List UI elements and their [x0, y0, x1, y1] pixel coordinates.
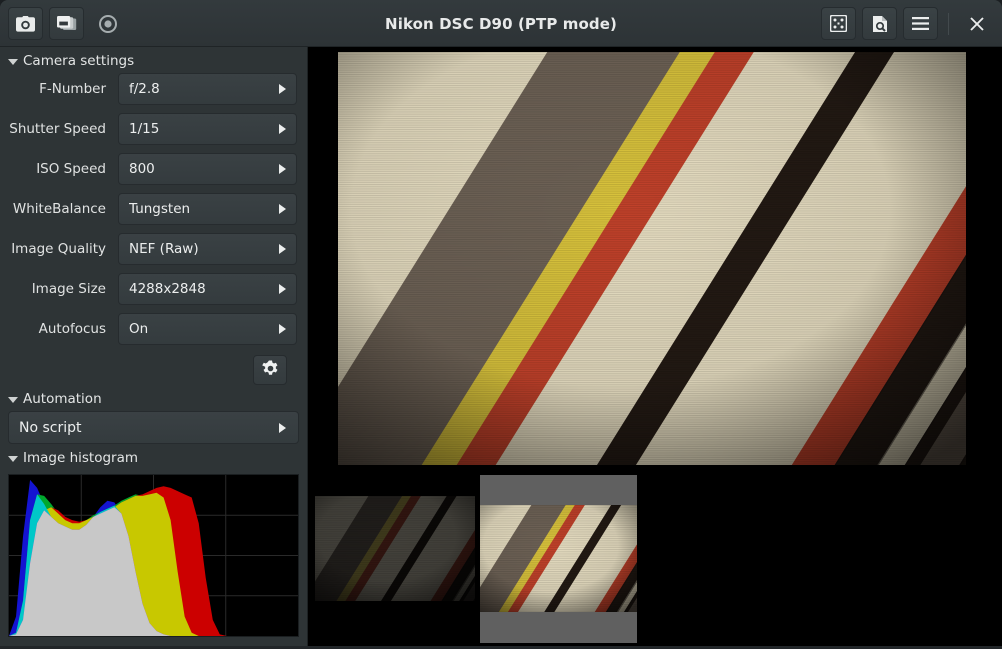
- dropdown-iso-speed[interactable]: 800: [118, 153, 297, 185]
- automation-title: Automation: [23, 391, 102, 407]
- setting-row-image-quality: Image Quality NEF (Raw): [0, 233, 297, 265]
- dropdown-autofocus[interactable]: On: [118, 313, 297, 345]
- chevron-right-icon: [279, 124, 286, 134]
- chevron-right-icon: [279, 284, 286, 294]
- camera-settings-title: Camera settings: [23, 53, 135, 69]
- setting-row-iso-speed: ISO Speed 800: [0, 153, 297, 185]
- menu-button[interactable]: [903, 7, 938, 40]
- label-shutter-speed: Shutter Speed: [9, 121, 106, 137]
- label-image-quality: Image Quality: [11, 241, 106, 257]
- toolbar-separator: [948, 12, 949, 35]
- histogram-svg: [9, 475, 298, 636]
- document-preview-button[interactable]: [862, 7, 897, 40]
- live-preview-area[interactable]: [308, 47, 1002, 470]
- titlebar-right-toolbar: [821, 7, 994, 40]
- chevron-down-icon: [8, 456, 18, 462]
- application-window: Nikon DSC D90 (PTP mode) Camera settings…: [0, 0, 1002, 649]
- label-iso-speed: ISO Speed: [36, 161, 106, 177]
- value-autofocus: On: [129, 321, 149, 337]
- histogram-chart: [8, 474, 299, 637]
- document-search-icon: [872, 15, 888, 33]
- chevron-right-icon: [279, 164, 286, 174]
- chevron-right-icon: [279, 244, 286, 254]
- setting-row-shutter-speed: Shutter Speed 1/15: [0, 113, 297, 145]
- chevron-down-icon: [8, 59, 18, 65]
- value-image-size: 4288x2848: [129, 281, 206, 297]
- chevron-right-icon: [279, 204, 286, 214]
- grid-view-button[interactable]: [821, 7, 856, 40]
- histogram-header[interactable]: Image histogram: [0, 444, 307, 470]
- burst-button[interactable]: [49, 7, 84, 40]
- dropdown-image-size[interactable]: 4288x2848: [118, 273, 297, 305]
- automation-body: No script: [0, 411, 307, 444]
- title-bar: Nikon DSC D90 (PTP mode): [0, 0, 1002, 47]
- setting-row-f-number: F-Number f/2.8: [0, 73, 297, 105]
- histogram-title: Image histogram: [23, 450, 139, 466]
- thumbnail-1[interactable]: [315, 496, 475, 601]
- camera-settings-rows: F-Number f/2.8 Shutter Speed 1/15 ISO Sp…: [0, 73, 307, 385]
- preview-image: [338, 52, 966, 465]
- multiple-images-icon: [56, 15, 77, 32]
- value-script: No script: [19, 419, 82, 436]
- camera-icon: [16, 15, 35, 32]
- value-white-balance: Tungsten: [129, 201, 191, 217]
- value-f-number: f/2.8: [129, 81, 160, 97]
- chevron-right-icon: [279, 324, 286, 334]
- value-shutter-speed: 1/15: [129, 121, 160, 137]
- label-image-size: Image Size: [31, 281, 106, 297]
- value-image-quality: NEF (Raw): [129, 241, 199, 257]
- close-button[interactable]: [959, 7, 994, 40]
- value-iso-speed: 800: [129, 161, 155, 177]
- camera-settings-header[interactable]: Camera settings: [0, 47, 307, 73]
- thumbnail-2[interactable]: [480, 475, 637, 643]
- dropdown-image-quality[interactable]: NEF (Raw): [118, 233, 297, 265]
- setting-row-autofocus: Autofocus On: [0, 313, 297, 345]
- dropdown-script[interactable]: No script: [8, 411, 299, 444]
- setting-row-image-size: Image Size 4288x2848: [0, 273, 297, 305]
- chevron-right-icon: [279, 84, 286, 94]
- titlebar-left-toolbar: [8, 7, 125, 40]
- hamburger-menu-icon: [912, 17, 929, 30]
- settings-actions: [0, 353, 297, 385]
- close-icon: [969, 16, 984, 31]
- grid-expand-icon: [830, 15, 847, 32]
- label-white-balance: WhiteBalance: [12, 201, 106, 217]
- dropdown-f-number[interactable]: f/2.8: [118, 73, 297, 105]
- thumbnail-filmstrip: [308, 470, 1002, 646]
- setting-row-white-balance: WhiteBalance Tungsten: [0, 193, 297, 225]
- dropdown-shutter-speed[interactable]: 1/15: [118, 113, 297, 145]
- capture-button[interactable]: [8, 7, 43, 40]
- gear-icon: [261, 360, 279, 381]
- settings-panel: Camera settings F-Number f/2.8 Shutter S…: [0, 47, 308, 646]
- chevron-down-icon: [8, 397, 18, 403]
- camera-preferences-button[interactable]: [253, 355, 287, 385]
- label-f-number: F-Number: [39, 81, 106, 97]
- record-circle-icon: [98, 14, 117, 33]
- automation-header[interactable]: Automation: [0, 385, 307, 411]
- dropdown-white-balance[interactable]: Tungsten: [118, 193, 297, 225]
- record-button[interactable]: [90, 7, 125, 40]
- label-autofocus: Autofocus: [38, 321, 106, 337]
- chevron-right-icon: [279, 422, 286, 433]
